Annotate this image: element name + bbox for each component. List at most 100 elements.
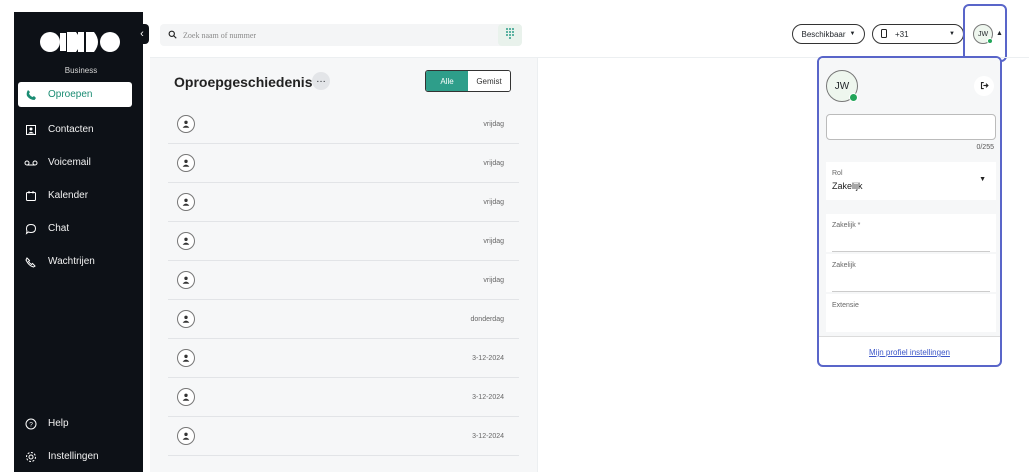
logout-button[interactable] (974, 76, 994, 96)
field-label: Zakelijk (832, 262, 856, 269)
sidebar-item-label: Instellingen (48, 451, 99, 462)
call-date: 3-12-2024 (472, 354, 504, 362)
role-label: Rol (832, 170, 843, 177)
sidebar-item-label: Kalender (48, 190, 89, 201)
dialpad-button[interactable] (498, 24, 522, 46)
sidebar-item-help[interactable]: ? Help (14, 407, 143, 440)
call-history-panel: Oproepgeschiedenis … Alle Gemist vrijdag… (150, 58, 537, 472)
call-row[interactable]: donderdag (168, 300, 519, 339)
search-input[interactable] (183, 30, 483, 40)
call-row[interactable]: 3-12-2024 (168, 378, 519, 417)
app-window: Business Oproepen Contacten Voicemail Ka… (0, 0, 1029, 472)
sidebar-item-label: Voicemail (48, 157, 91, 168)
person-avatar-icon (177, 310, 195, 328)
voicemail-icon (24, 156, 38, 170)
sidebar-item-instellingen[interactable]: Instellingen (14, 440, 143, 472)
person-avatar-icon (177, 115, 195, 133)
field-label: Extensie (832, 302, 859, 309)
business-field[interactable]: Zakelijk (826, 254, 996, 292)
call-date: donderdag (470, 315, 504, 323)
chat-bubble-icon (24, 222, 38, 236)
person-avatar-icon (177, 154, 195, 172)
sidebar-item-wachtrijen[interactable]: Wachtrijen (14, 245, 143, 278)
search-bar (160, 24, 522, 46)
queue-icon (24, 255, 38, 269)
call-row[interactable]: vrijdag (168, 222, 519, 261)
sidebar-item-label: Help (48, 418, 69, 429)
call-date: vrijdag (483, 237, 504, 245)
call-row[interactable]: vrijdag (168, 183, 519, 222)
sidebar-item-kalender[interactable]: Kalender (14, 179, 143, 212)
call-date: vrijdag (483, 120, 504, 128)
call-row[interactable]: 3-12-2024 (168, 339, 519, 378)
divider (819, 336, 1000, 337)
calendar-icon (24, 189, 38, 203)
profile-avatar-button[interactable]: JW (973, 24, 993, 44)
filter-all-button[interactable]: Alle (426, 71, 468, 91)
logout-icon (980, 77, 989, 95)
online-status-dot (987, 38, 993, 44)
avatar-initials: JW (977, 30, 989, 38)
call-date: 3-12-2024 (472, 432, 504, 440)
dialpad-icon (505, 26, 515, 44)
field-label: Zakelijk * (832, 222, 861, 229)
help-icon: ? (24, 417, 38, 431)
avatar-initials: JW (834, 80, 850, 92)
online-status-dot (849, 93, 858, 102)
availability-dropdown[interactable]: Beschikbaar ▼ (792, 24, 865, 44)
sidebar-item-label: Oproepen (48, 89, 93, 100)
status-message-field[interactable] (826, 114, 996, 140)
field-underline (832, 251, 990, 252)
svg-text:?: ? (29, 421, 33, 428)
call-row[interactable]: vrijdag (168, 261, 519, 300)
brand-logo: Business (36, 26, 126, 75)
brand-subtitle: Business (64, 66, 98, 75)
sidebar-item-chat[interactable]: Chat (14, 212, 143, 245)
field-underline (832, 291, 990, 292)
call-list: vrijdag vrijdag vrijdag vrijdag vrijdag donde… (168, 105, 519, 456)
main-nav: Oproepen Contacten Voicemail Kalender Ch… (14, 82, 143, 278)
role-value: Zakelijk (832, 181, 863, 191)
contact-card-icon (24, 123, 38, 137)
person-avatar-icon (177, 388, 195, 406)
availability-label: Beschikbaar (801, 29, 846, 39)
profile-dropdown: JW 0/255 Rol Zakelijk ▼ Zakelijk * Zakel… (817, 56, 1002, 367)
profile-avatar: JW (826, 70, 858, 102)
more-options-button[interactable]: … (312, 72, 330, 90)
business-number-field[interactable]: Zakelijk * (826, 214, 996, 252)
phone-number-dropdown[interactable]: +31 ▼ (872, 24, 964, 44)
collapse-sidebar-button[interactable]: ‹ (135, 24, 149, 44)
person-avatar-icon (177, 349, 195, 367)
phone-icon (24, 88, 38, 102)
profile-dropdown-body: JW 0/255 Rol Zakelijk ▼ Zakelijk * Zakel… (819, 58, 1000, 337)
filter-missed-button[interactable]: Gemist (468, 71, 510, 91)
call-date: vrijdag (483, 198, 504, 206)
sidebar: Business Oproepen Contacten Voicemail Ka… (14, 12, 143, 472)
call-date: vrijdag (483, 276, 504, 284)
extension-field[interactable]: Extensie (826, 294, 996, 332)
panel-divider (537, 57, 538, 472)
call-row[interactable]: vrijdag (168, 144, 519, 183)
call-row[interactable]: vrijdag (168, 105, 519, 144)
search-icon (168, 26, 177, 44)
call-date: 3-12-2024 (472, 393, 504, 401)
sidebar-item-oproepen[interactable]: Oproepen (18, 82, 132, 107)
sidebar-item-label: Wachtrijen (48, 256, 95, 267)
caret-down-icon: ▼ (949, 31, 955, 37)
person-avatar-icon (177, 427, 195, 445)
sidebar-item-contacten[interactable]: Contacten (14, 113, 143, 146)
sidebar-bottom: ? Help Instellingen (14, 407, 143, 472)
profile-settings-link[interactable]: Mijn profiel instellingen (819, 348, 1000, 357)
mobile-phone-icon (881, 28, 887, 40)
call-filter-toggle: Alle Gemist (425, 70, 511, 92)
sidebar-item-voicemail[interactable]: Voicemail (14, 146, 143, 179)
person-avatar-icon (177, 271, 195, 289)
phone-number-value: +31 (895, 29, 909, 39)
role-select[interactable]: Rol Zakelijk ▼ (826, 162, 996, 200)
caret-up-icon[interactable]: ▲ (996, 30, 1003, 37)
person-avatar-icon (177, 193, 195, 211)
sidebar-item-label: Contacten (48, 124, 94, 135)
call-row[interactable]: 3-12-2024 (168, 417, 519, 456)
person-avatar-icon (177, 232, 195, 250)
gear-icon (24, 450, 38, 464)
